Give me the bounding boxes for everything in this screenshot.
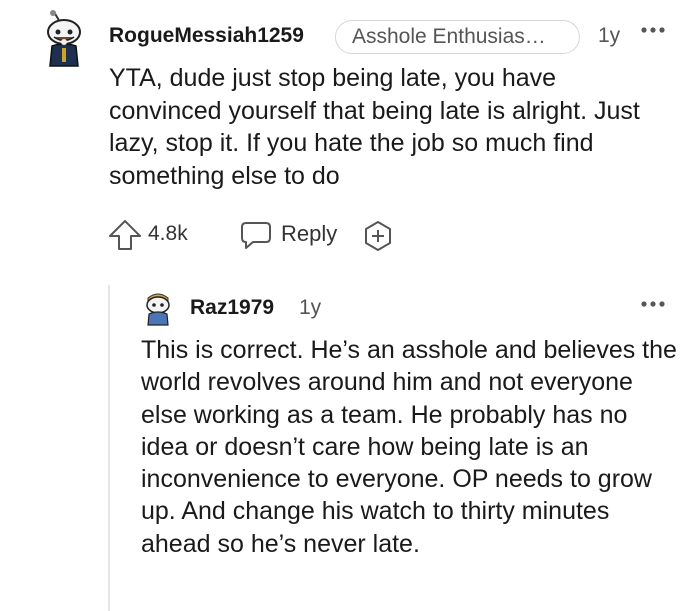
- award-button[interactable]: [362, 220, 394, 252]
- user-flair: Asshole Enthusias…: [335, 20, 580, 54]
- upvote-arrow-icon: [109, 220, 141, 250]
- reply-timestamp[interactable]: 1y: [299, 296, 321, 320]
- reply-button-icon-wrap[interactable]: [240, 221, 272, 249]
- reply-button[interactable]: Reply: [281, 221, 337, 247]
- snoo-avatar-icon: [47, 10, 81, 67]
- reply-user-avatar[interactable]: [140, 290, 176, 326]
- award-plus-icon: [365, 221, 391, 251]
- more-options-button[interactable]: [640, 20, 666, 40]
- comment-username[interactable]: RogueMessiah1259: [109, 24, 304, 48]
- user-avatar[interactable]: [40, 10, 90, 68]
- comment-body: YTA, dude just stop being late, you have…: [109, 64, 640, 190]
- reply-more-options-button[interactable]: [640, 294, 666, 314]
- upvote-button[interactable]: [108, 219, 142, 251]
- reply-body: This is correct. He’s an asshole and bel…: [141, 336, 677, 558]
- more-dots-icon: [641, 301, 665, 307]
- comment-timestamp[interactable]: 1y: [598, 24, 620, 48]
- reply-username[interactable]: Raz1979: [190, 296, 274, 320]
- comment-bubble-icon: [241, 222, 271, 249]
- vote-score: 4.8k: [148, 222, 188, 245]
- thread-line[interactable]: [108, 285, 110, 611]
- more-dots-icon: [641, 27, 665, 33]
- snoo-avatar-icon: [146, 293, 170, 326]
